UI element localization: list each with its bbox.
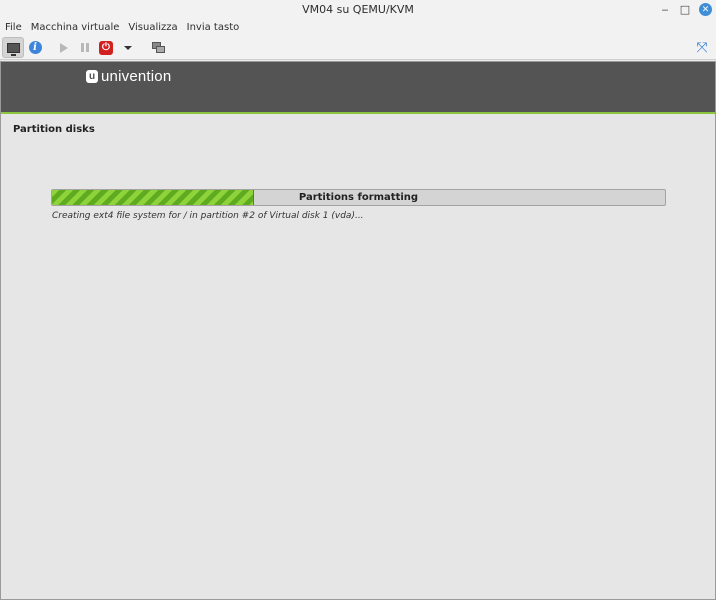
- details-button[interactable]: i: [27, 37, 43, 58]
- status-text: Creating ext4 file system for / in parti…: [52, 211, 364, 221]
- menubar: File Macchina virtuale Visualizza Invia …: [0, 19, 716, 36]
- power-icon: ⏻: [99, 40, 113, 55]
- toolbar: i ⏻ ⤧: [0, 36, 716, 60]
- menu-virtual-machine[interactable]: Macchina virtuale: [31, 22, 120, 33]
- pause-icon: [81, 43, 89, 52]
- logo-text: univention: [101, 68, 172, 85]
- progress-label: Partitions formatting: [298, 192, 419, 203]
- chevron-down-icon: [124, 45, 132, 50]
- univention-logo-icon: u: [86, 70, 98, 83]
- run-button[interactable]: [57, 37, 71, 58]
- menu-file[interactable]: File: [5, 22, 22, 33]
- vm-display[interactable]: u univention Partition disks Partitions …: [0, 61, 716, 600]
- window-titlebar: VM04 su QEMU/KVM ‒ □ ✕: [0, 0, 716, 19]
- snapshot-button[interactable]: [150, 37, 166, 58]
- console-button[interactable]: [2, 37, 24, 58]
- minimize-button[interactable]: ‒: [659, 3, 671, 16]
- shutdown-button[interactable]: ⏻: [98, 37, 114, 58]
- fullscreen-button[interactable]: ⤧: [694, 37, 710, 58]
- window-title: VM04 su QEMU/KVM: [302, 3, 414, 16]
- window-controls: ‒ □ ✕: [659, 0, 712, 19]
- univention-logo: u univention: [86, 68, 171, 85]
- menu-send-key[interactable]: Invia tasto: [187, 22, 240, 33]
- fullscreen-icon: ⤧: [696, 39, 708, 56]
- page-title: Partition disks: [13, 124, 95, 135]
- installer-banner: u univention: [1, 62, 715, 114]
- shutdown-menu-button[interactable]: [122, 37, 134, 58]
- close-button[interactable]: ✕: [699, 3, 712, 16]
- pause-button[interactable]: [78, 37, 92, 58]
- play-icon: [60, 42, 68, 53]
- menu-view[interactable]: Visualizza: [128, 22, 177, 33]
- console-icon: [6, 42, 20, 56]
- progress-bar: Partitions formatting: [51, 189, 666, 206]
- info-icon: i: [28, 41, 42, 54]
- maximize-button[interactable]: □: [679, 3, 691, 16]
- snapshot-icon: [151, 42, 165, 53]
